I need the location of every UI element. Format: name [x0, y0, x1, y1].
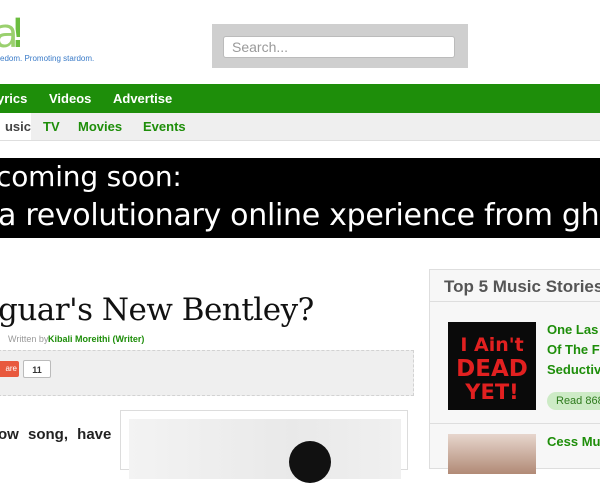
- search-input[interactable]: [223, 36, 455, 58]
- share-button[interactable]: are: [0, 361, 19, 377]
- banner-line-2: a revolutionary online xperience from gh…: [0, 198, 600, 233]
- story-title-link[interactable]: One Las Of The F Seductiv: [547, 320, 600, 380]
- story-title-line: Of The F: [547, 342, 600, 357]
- sub-nav-item-movies[interactable]: Movies: [78, 113, 122, 140]
- article-photo: [129, 419, 401, 483]
- thumbnail-text-line: I Ain't: [460, 334, 524, 356]
- sub-nav-item-events[interactable]: Events: [143, 113, 186, 140]
- nav-item-videos[interactable]: Videos: [49, 84, 91, 113]
- divider: [430, 301, 600, 302]
- sub-nav-item-tv[interactable]: TV: [43, 113, 60, 140]
- sub-nav-item-music[interactable]: usic: [0, 113, 31, 140]
- search-box: [212, 24, 468, 68]
- author-link[interactable]: Kibali Moreithi (Writer): [48, 334, 144, 344]
- photo-subject: [289, 441, 331, 483]
- story-title-link[interactable]: Cess Mu: [547, 434, 600, 449]
- divider: [430, 423, 600, 424]
- story-title-line: One Las: [547, 322, 599, 337]
- article-body-text: ow song, have: [0, 426, 112, 443]
- top-music-stories-widget: Top 5 Music Stories I Ain't DEAD YET! On…: [429, 269, 600, 474]
- article-image: [120, 410, 408, 483]
- nav-item-advertise[interactable]: Advertise: [113, 84, 172, 113]
- widget-title: Top 5 Music Stories: [444, 277, 600, 296]
- read-count-button[interactable]: Read 868: [547, 392, 600, 410]
- thumbnail-text-line: YET!: [465, 380, 519, 404]
- thumbnail-text-line: DEAD: [456, 356, 528, 382]
- story-title-line: Seductiv: [547, 362, 600, 377]
- ghafla-logo[interactable]: a !: [0, 12, 20, 56]
- story-thumbnail[interactable]: I Ain't DEAD YET!: [448, 322, 536, 410]
- logo-exclamation: !: [10, 14, 20, 54]
- story-thumbnail[interactable]: [448, 434, 536, 474]
- article-title: guar's New Bentley?: [0, 292, 314, 328]
- written-by-label: Written by: [8, 334, 49, 344]
- sub-nav: usic TV Movies Events: [0, 113, 600, 141]
- site-tagline: edom. Promoting stardom.: [0, 54, 95, 63]
- banner-line-1: coming soon:: [0, 160, 182, 193]
- share-bar: are 11: [0, 350, 414, 396]
- share-count: 11: [23, 360, 51, 378]
- nav-item-lyrics[interactable]: yrics: [0, 84, 27, 113]
- coming-soon-banner: coming soon: a revolutionary online xper…: [0, 158, 600, 238]
- main-nav: yrics Videos Advertise: [0, 84, 600, 113]
